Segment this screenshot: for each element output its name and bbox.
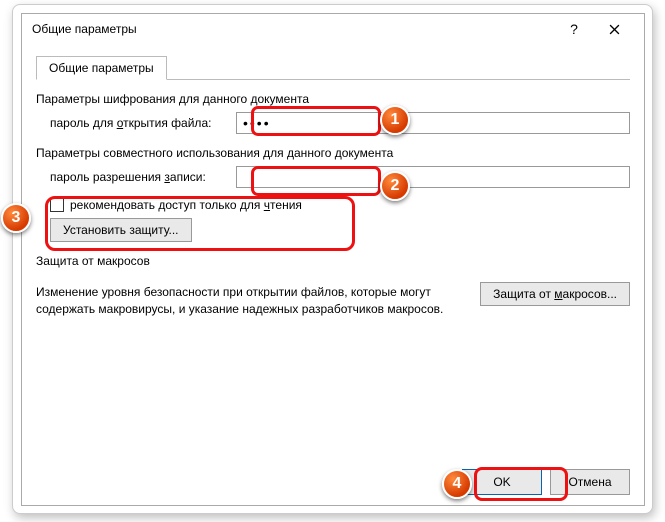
label-password-write: пароль разрешения записи: [36,170,236,184]
help-button[interactable]: ? [554,15,594,43]
macros-description: Изменение уровня безопасности при открыт… [36,282,466,318]
label-password-open: пароль для открытия файла: [36,116,236,130]
general-options-dialog: Общие параметры ? Общие параметры Параме… [21,13,645,506]
row-password-open: пароль для открытия файла: •••• [36,112,630,134]
label-readonly: рекомендовать доступ только для чтения [70,198,302,212]
macros-row: Изменение уровня безопасности при открыт… [36,282,630,318]
section-encryption: Параметры шифрования для данного докумен… [36,92,630,106]
close-button[interactable] [594,15,634,43]
cancel-button[interactable]: Отмена [550,469,630,495]
close-icon [609,24,620,35]
input-password-open[interactable]: •••• [236,112,630,134]
titlebar: Общие параметры ? [22,14,644,44]
dialog-body: Общие параметры Параметры шифрования для… [22,44,644,328]
input-password-write[interactable] [236,166,630,188]
macros-protection-button[interactable]: Защита от макросов... [480,282,630,306]
window-title: Общие параметры [32,22,554,36]
row-readonly: рекомендовать доступ только для чтения [36,198,630,212]
set-protection-button[interactable]: Установить защиту... [50,218,192,242]
section-macros: Защита от макросов [36,254,630,268]
checkbox-readonly[interactable] [50,198,64,212]
tab-general[interactable]: Общие параметры [36,56,167,80]
section-sharing: Параметры совместного использования для … [36,146,630,160]
ok-button[interactable]: OK [462,469,542,495]
row-password-write: пароль разрешения записи: [36,166,630,188]
dialog-footer: OK Отмена [462,469,630,495]
tabstrip: Общие параметры [36,54,630,80]
